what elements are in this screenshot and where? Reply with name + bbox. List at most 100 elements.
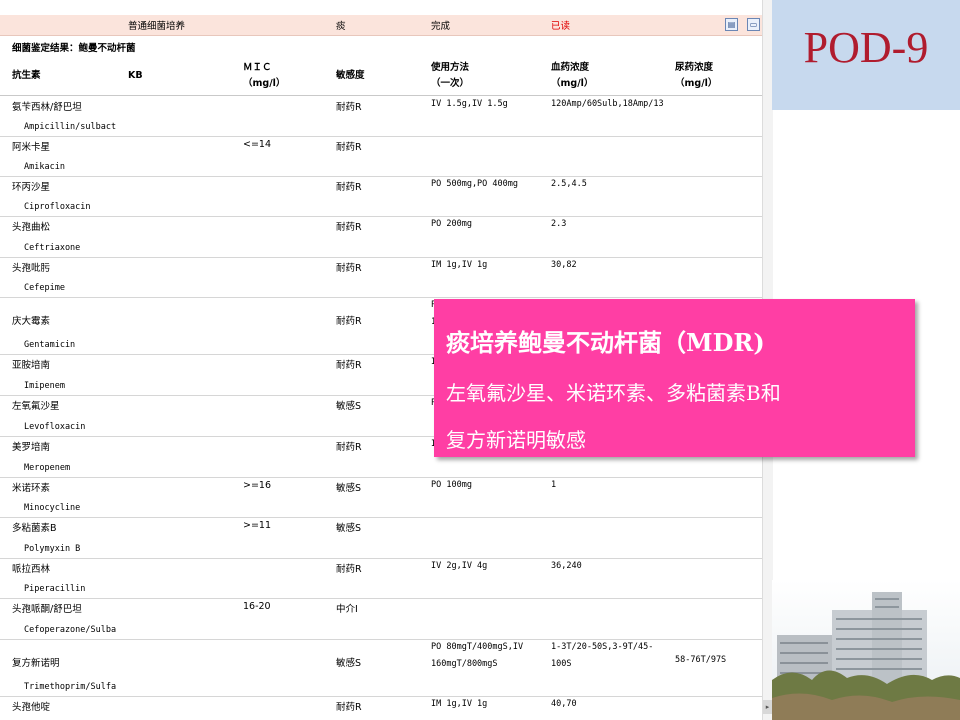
annotation-callout: 痰培养鲍曼不动杆菌（MDR) 左氧氟沙星、米诺环素、多粘菌素B和 复方新诺明敏感 — [434, 299, 915, 457]
sensitivity-value: 敏感S — [336, 483, 362, 494]
read-status: 已读 — [551, 21, 571, 32]
antibiotic-name-en: Ampicillin/sulbact — [24, 122, 117, 132]
antibiotic-name-cn: 复方新诺明 — [12, 658, 60, 669]
usage-value: PO 500mg,PO 400mg — [431, 179, 518, 189]
blood-concentration: 2.3 — [551, 219, 567, 229]
table-row[interactable]: 头孢哌酮/舒巴坦 Cefoperazone/Sulba 16-20 中介I — [0, 598, 762, 640]
specimen-type: 痰 — [336, 21, 346, 32]
antibiotic-name-en: Ciprofloxacin — [24, 202, 91, 212]
table-row[interactable]: 复方新诺明 Trimethoprim/Sulfa 敏感S PO 80mgT/400mg… — [0, 639, 762, 697]
usage-value: IM 1g,IV 1g — [431, 260, 488, 270]
usage-value: PO 80mgT/400mgS,IV — [431, 642, 524, 652]
antibiotic-name-cn: 亚胺培南 — [12, 360, 51, 371]
antibiotic-name-en: Cefoperazone/Sulba — [24, 625, 117, 635]
sensitivity-value: 耐药R — [336, 564, 362, 575]
blood-concentration: 40,70 — [551, 699, 577, 709]
sensitivity-value: 敏感S — [336, 401, 362, 412]
table-row[interactable]: 米诺环素 Minocycline >=16 敏感S PO 100mg 1 — [0, 477, 762, 518]
antibiotic-name-en: Gentamicin — [24, 340, 76, 350]
table-row[interactable]: 哌拉西林 Piperacillin 耐药R IV 2g,IV 4g 36,240 — [0, 558, 762, 599]
sensitivity-value: 耐药R — [336, 442, 362, 453]
antibiotic-name-en: Imipenem — [24, 381, 65, 391]
antibiotic-name-en: Minocycline — [24, 503, 81, 513]
table-row[interactable]: 头孢吡肟 Cefepime 耐药R IM 1g,IV 1g 30,82 — [0, 257, 762, 298]
antibiotic-name-cn: 美罗培南 — [12, 442, 51, 453]
antibiotic-name-cn: 多粘菌素B — [12, 523, 57, 534]
header-blood-concentration: 血药浓度 （mg/l） — [551, 62, 594, 89]
test-name: 普通细菌培养 — [128, 21, 186, 32]
antibiotic-name-en: Ceftriaxone — [24, 243, 81, 253]
blood-concentration: 30,82 — [551, 260, 577, 270]
blood-concentration: 1-3T/20-50S,3-9T/45- — [551, 642, 654, 652]
table-row[interactable]: 氨苄西林/舒巴坦 Ampicillin/sulbact 耐药R IV 1.5g,IV … — [0, 96, 762, 137]
antibiotic-name-cn: 阿米卡星 — [12, 142, 51, 153]
table-row[interactable]: 阿米卡星 Amikacin <=14 耐药R — [0, 136, 762, 177]
antibiotic-name-cn: 庆大霉素 — [12, 316, 51, 327]
antibiotic-name-cn: 头孢他啶 — [12, 702, 51, 713]
header-kb: KB — [128, 70, 143, 81]
blood-concentration: 120Amp/60Sulb,18Amp/13 — [551, 99, 664, 109]
callout-line-2: 复方新诺明敏感 — [446, 428, 586, 452]
sensitivity-value: 耐药R — [336, 702, 362, 713]
callout-line-1: 左氧氟沙星、米诺环素、多粘菌素B和 — [446, 381, 781, 405]
sensitivity-value: 耐药R — [336, 360, 362, 371]
mic-value: <=14 — [243, 139, 272, 150]
antibiotic-name-cn: 头孢哌酮/舒巴坦 — [12, 604, 82, 615]
urine-concentration: 58-76T/97S — [675, 655, 727, 665]
sensitivity-value: 耐药R — [336, 316, 362, 327]
sensitivity-value: 耐药R — [336, 182, 362, 193]
antibiotic-name-en: Polymyxin B — [24, 544, 81, 554]
hospital-building-photo — [772, 580, 960, 720]
header-mic: ＭＩＣ （mg/l） — [243, 62, 286, 89]
sensitivity-value: 耐药R — [336, 263, 362, 274]
blood-concentration-line2: 100S — [551, 659, 572, 669]
antibiotic-name-cn: 哌拉西林 — [12, 564, 51, 575]
callout-title: 痰培养鲍曼不动杆菌（MDR) — [446, 328, 765, 357]
antibiotic-name-cn: 头孢曲松 — [12, 222, 51, 233]
header-usage: 使用方法 （一次） — [431, 62, 470, 89]
mic-value: 16-20 — [243, 601, 271, 612]
blood-concentration: 1 — [551, 480, 557, 490]
antibiotic-name-en: Meropenem — [24, 463, 71, 473]
blood-concentration: 2.5,4.5 — [551, 179, 587, 189]
antibiotic-name-cn: 左氧氟沙星 — [12, 401, 60, 412]
table-row[interactable]: 头孢他啶 耐药R IM 1g,IV 1g 40,70 — [0, 696, 762, 720]
identification-result: 细菌鉴定结果：鲍曼不动杆菌 — [12, 43, 136, 54]
sensitivity-value: 耐药R — [336, 222, 362, 233]
usage-value-line2: 160mgT/800mgS — [431, 659, 498, 669]
antibiotic-name-cn: 头孢吡肟 — [12, 263, 51, 274]
usage-value: IM 1g,IV 1g — [431, 699, 488, 709]
table-row[interactable]: 环丙沙星 Ciprofloxacin 耐药R PO 500mg,PO 400mg 2.5… — [0, 176, 762, 217]
collapse-icon[interactable]: ▭ — [747, 18, 760, 31]
scroll-arrow-icon[interactable]: ▸ — [763, 700, 772, 714]
header-antibiotic: 抗生素 — [12, 70, 41, 81]
header-sensitivity: 敏感度 — [336, 70, 365, 81]
antibiotic-name-en: Cefepime — [24, 283, 65, 293]
table-row[interactable]: 头孢曲松 Ceftriaxone 耐药R PO 200mg 2.3 — [0, 216, 762, 258]
print-icon[interactable]: ▤ — [725, 18, 738, 31]
mic-value: >=11 — [243, 520, 272, 531]
antibiotic-name-cn: 米诺环素 — [12, 483, 51, 494]
usage-value: PO 200mg — [431, 219, 472, 229]
test-status: 完成 — [431, 21, 451, 32]
antibiotic-name-en: Piperacillin — [24, 584, 86, 594]
antibiotic-name-en: Amikacin — [24, 162, 65, 172]
usage-value: IV 2g,IV 4g — [431, 561, 488, 571]
slide-title: POD-9 — [803, 23, 929, 72]
table-row[interactable]: 多粘菌素B Polymyxin B >=11 敏感S — [0, 517, 762, 559]
antibiotic-name-cn: 氨苄西林/舒巴坦 — [12, 102, 82, 113]
antibiotic-name-cn: 环丙沙星 — [12, 182, 51, 193]
antibiotic-name-en: Trimethoprim/Sulfa — [24, 682, 117, 692]
antibiotic-name-en: Levofloxacin — [24, 422, 86, 432]
sensitivity-value: 耐药R — [336, 142, 362, 153]
usage-value: PO 100mg — [431, 480, 472, 490]
header-urine-concentration: 尿药浓度 （mg/l） — [675, 62, 718, 89]
sensitivity-value: 敏感S — [336, 658, 362, 669]
usage-value: IV 1.5g,IV 1.5g — [431, 99, 508, 109]
sensitivity-value: 耐药R — [336, 102, 362, 113]
sensitivity-value: 敏感S — [336, 523, 362, 534]
blood-concentration: 36,240 — [551, 561, 582, 571]
sensitivity-value: 中介I — [336, 604, 358, 615]
mic-value: >=16 — [243, 480, 272, 491]
culture-summary-row[interactable]: 普通细菌培养 痰 完成 已读 ▤ ▭ — [0, 15, 762, 36]
